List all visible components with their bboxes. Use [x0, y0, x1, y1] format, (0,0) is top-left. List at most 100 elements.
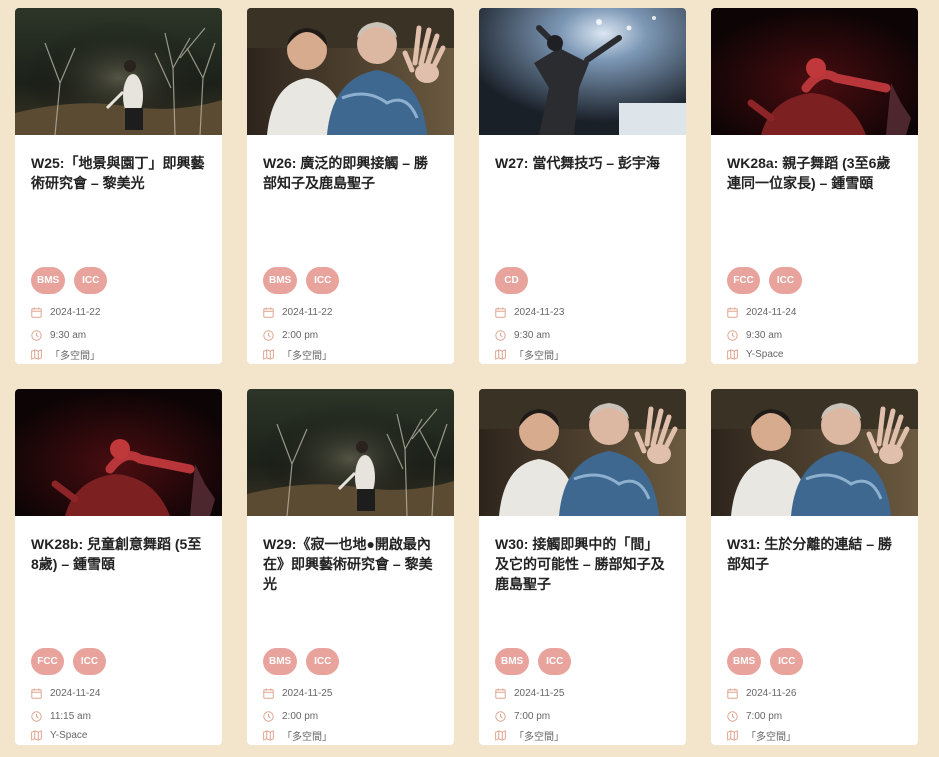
time-row: 11:15 am: [31, 707, 100, 726]
tag-list: BMS ICC: [31, 267, 108, 294]
venue-row: 「多空間」: [495, 345, 564, 364]
clock-icon: [727, 711, 738, 722]
workshop-card-8[interactable]: W31: 生於分離的連結 – 勝部知子 BMS ICC 2024-11-26 7:…: [711, 389, 918, 745]
date-row: 2024-11-25: [495, 684, 564, 703]
workshop-card-2[interactable]: W26: 廣泛的即興接觸 – 勝部知子及鹿島聖子 BMS ICC 2024-11-…: [247, 8, 454, 364]
workshop-title[interactable]: W31: 生於分離的連結 – 勝部知子: [727, 534, 902, 596]
workshop-image[interactable]: [479, 389, 686, 516]
tag-bms[interactable]: BMS: [263, 648, 298, 675]
venue-row: 「多空間」: [495, 726, 564, 745]
workshop-date: 2024-11-24: [746, 307, 797, 318]
clock-icon: [263, 711, 274, 722]
workshop-venue: Y-Space: [746, 349, 784, 360]
workshop-image[interactable]: [15, 389, 222, 516]
date-row: 2024-11-23: [495, 303, 564, 322]
workshop-meta: 2024-11-25 7:00 pm 「多空間」: [495, 684, 564, 745]
workshop-grid: W25:「地景與園丁」即興藝術研究會 – 黎美光 BMS ICC 2024-11-…: [15, 8, 918, 745]
workshop-title[interactable]: WK28b: 兒童創意舞蹈 (5至8歲) – 鍾雪頤: [31, 534, 206, 596]
workshop-card-1[interactable]: W25:「地景與園丁」即興藝術研究會 – 黎美光 BMS ICC 2024-11-…: [15, 8, 222, 364]
tag-bms[interactable]: BMS: [263, 267, 298, 294]
workshop-image[interactable]: [711, 389, 918, 516]
tag-icc[interactable]: ICC: [306, 267, 340, 294]
workshop-card-5[interactable]: WK28b: 兒童創意舞蹈 (5至8歲) – 鍾雪頤 FCC ICC 2024-1…: [15, 389, 222, 745]
clock-icon: [31, 711, 42, 722]
workshop-date: 2024-11-22: [282, 307, 333, 318]
date-row: 2024-11-22: [263, 303, 332, 322]
tag-icc[interactable]: ICC: [769, 267, 802, 294]
tag-list: BMS ICC: [263, 648, 340, 675]
workshop-meta: 2024-11-23 9:30 am 「多空間」: [495, 303, 564, 364]
tag-icc[interactable]: ICC: [538, 648, 572, 675]
tag-bms[interactable]: BMS: [495, 648, 530, 675]
workshop-meta: 2024-11-22 2:00 pm 「多空間」: [263, 303, 332, 364]
workshop-title[interactable]: W30: 接觸即興中的「間」及它的可能性 – 勝部知子及鹿島聖子: [495, 534, 670, 596]
workshop-title[interactable]: W26: 廣泛的即興接觸 – 勝部知子及鹿島聖子: [263, 153, 438, 215]
workshop-date: 2024-11-22: [50, 307, 101, 318]
tag-cd[interactable]: CD: [495, 267, 528, 294]
tag-icc[interactable]: ICC: [74, 267, 108, 294]
tag-list: BMS ICC: [727, 648, 804, 675]
calendar-icon: [263, 688, 274, 699]
workshop-title[interactable]: W27: 當代舞技巧 – 彭宇海: [495, 153, 670, 215]
workshop-image[interactable]: [711, 8, 918, 135]
tag-list: CD: [495, 267, 528, 294]
workshop-venue: 「多空間」: [50, 351, 100, 362]
workshop-meta: 2024-11-25 2:00 pm 「多空間」: [263, 684, 332, 745]
workshop-time: 2:00 pm: [282, 330, 319, 341]
workshop-time: 2:00 pm: [282, 711, 319, 722]
workshop-card-4[interactable]: WK28a: 親子舞蹈 (3至6歲連同一位家長) – 鍾雪頤 FCC ICC 20…: [711, 8, 918, 364]
tag-list: FCC ICC: [31, 648, 106, 675]
map-icon: [727, 349, 738, 360]
tag-fcc[interactable]: FCC: [31, 648, 64, 675]
workshop-venue: 「多空間」: [282, 732, 332, 743]
calendar-icon: [727, 688, 738, 699]
tag-bms[interactable]: BMS: [31, 267, 66, 294]
workshop-meta: 2024-11-26 7:00 pm 「多空間」: [727, 684, 796, 745]
workshop-image[interactable]: [247, 8, 454, 135]
calendar-icon: [495, 688, 506, 699]
workshop-time: 9:30 am: [50, 330, 87, 341]
tag-icc[interactable]: ICC: [306, 648, 340, 675]
calendar-icon: [727, 307, 738, 318]
calendar-icon: [263, 307, 274, 318]
workshop-image[interactable]: [15, 8, 222, 135]
workshop-image[interactable]: [247, 389, 454, 516]
workshop-card-7[interactable]: W30: 接觸即興中的「間」及它的可能性 – 勝部知子及鹿島聖子 BMS ICC …: [479, 389, 686, 745]
tag-list: BMS ICC: [495, 648, 572, 675]
workshop-time: 7:00 pm: [514, 711, 551, 722]
workshop-title[interactable]: W29:《寂一也地●開啟最內在》即興藝術研究會 – 黎美光: [263, 534, 438, 596]
venue-row: 「多空間」: [263, 726, 332, 745]
venue-row: Y-Space: [31, 726, 100, 745]
workshop-title[interactable]: W25:「地景與園丁」即興藝術研究會 – 黎美光: [31, 153, 206, 215]
tag-icc[interactable]: ICC: [770, 648, 804, 675]
workshop-card-3[interactable]: W27: 當代舞技巧 – 彭宇海 CD 2024-11-23 9:30 am 「…: [479, 8, 686, 364]
date-row: 2024-11-22: [31, 303, 100, 322]
tag-bms[interactable]: BMS: [727, 648, 762, 675]
date-row: 2024-11-26: [727, 684, 796, 703]
date-row: 2024-11-24: [31, 684, 100, 703]
tag-list: FCC ICC: [727, 267, 802, 294]
workshop-meta: 2024-11-24 9:30 am Y-Space: [727, 303, 796, 364]
clock-icon: [495, 711, 506, 722]
workshop-time: 9:30 am: [746, 330, 783, 341]
venue-row: 「多空間」: [263, 345, 332, 364]
workshop-date: 2024-11-25: [514, 688, 565, 699]
workshop-card-6[interactable]: W29:《寂一也地●開啟最內在》即興藝術研究會 – 黎美光 BMS ICC 202…: [247, 389, 454, 745]
venue-row: Y-Space: [727, 345, 796, 364]
map-icon: [263, 730, 274, 741]
map-icon: [263, 349, 274, 360]
tag-fcc[interactable]: FCC: [727, 267, 760, 294]
workshop-image[interactable]: [479, 8, 686, 135]
workshop-title[interactable]: WK28a: 親子舞蹈 (3至6歲連同一位家長) – 鍾雪頤: [727, 153, 902, 215]
tag-list: BMS ICC: [263, 267, 340, 294]
clock-icon: [495, 330, 506, 341]
workshop-venue: Y-Space: [50, 730, 88, 741]
workshop-venue: 「多空間」: [514, 732, 564, 743]
tag-icc[interactable]: ICC: [73, 648, 106, 675]
workshop-date: 2024-11-24: [50, 688, 101, 699]
calendar-icon: [31, 688, 42, 699]
workshop-time: 11:15 am: [50, 711, 91, 722]
clock-icon: [263, 330, 274, 341]
map-icon: [31, 730, 42, 741]
workshop-date: 2024-11-25: [282, 688, 333, 699]
